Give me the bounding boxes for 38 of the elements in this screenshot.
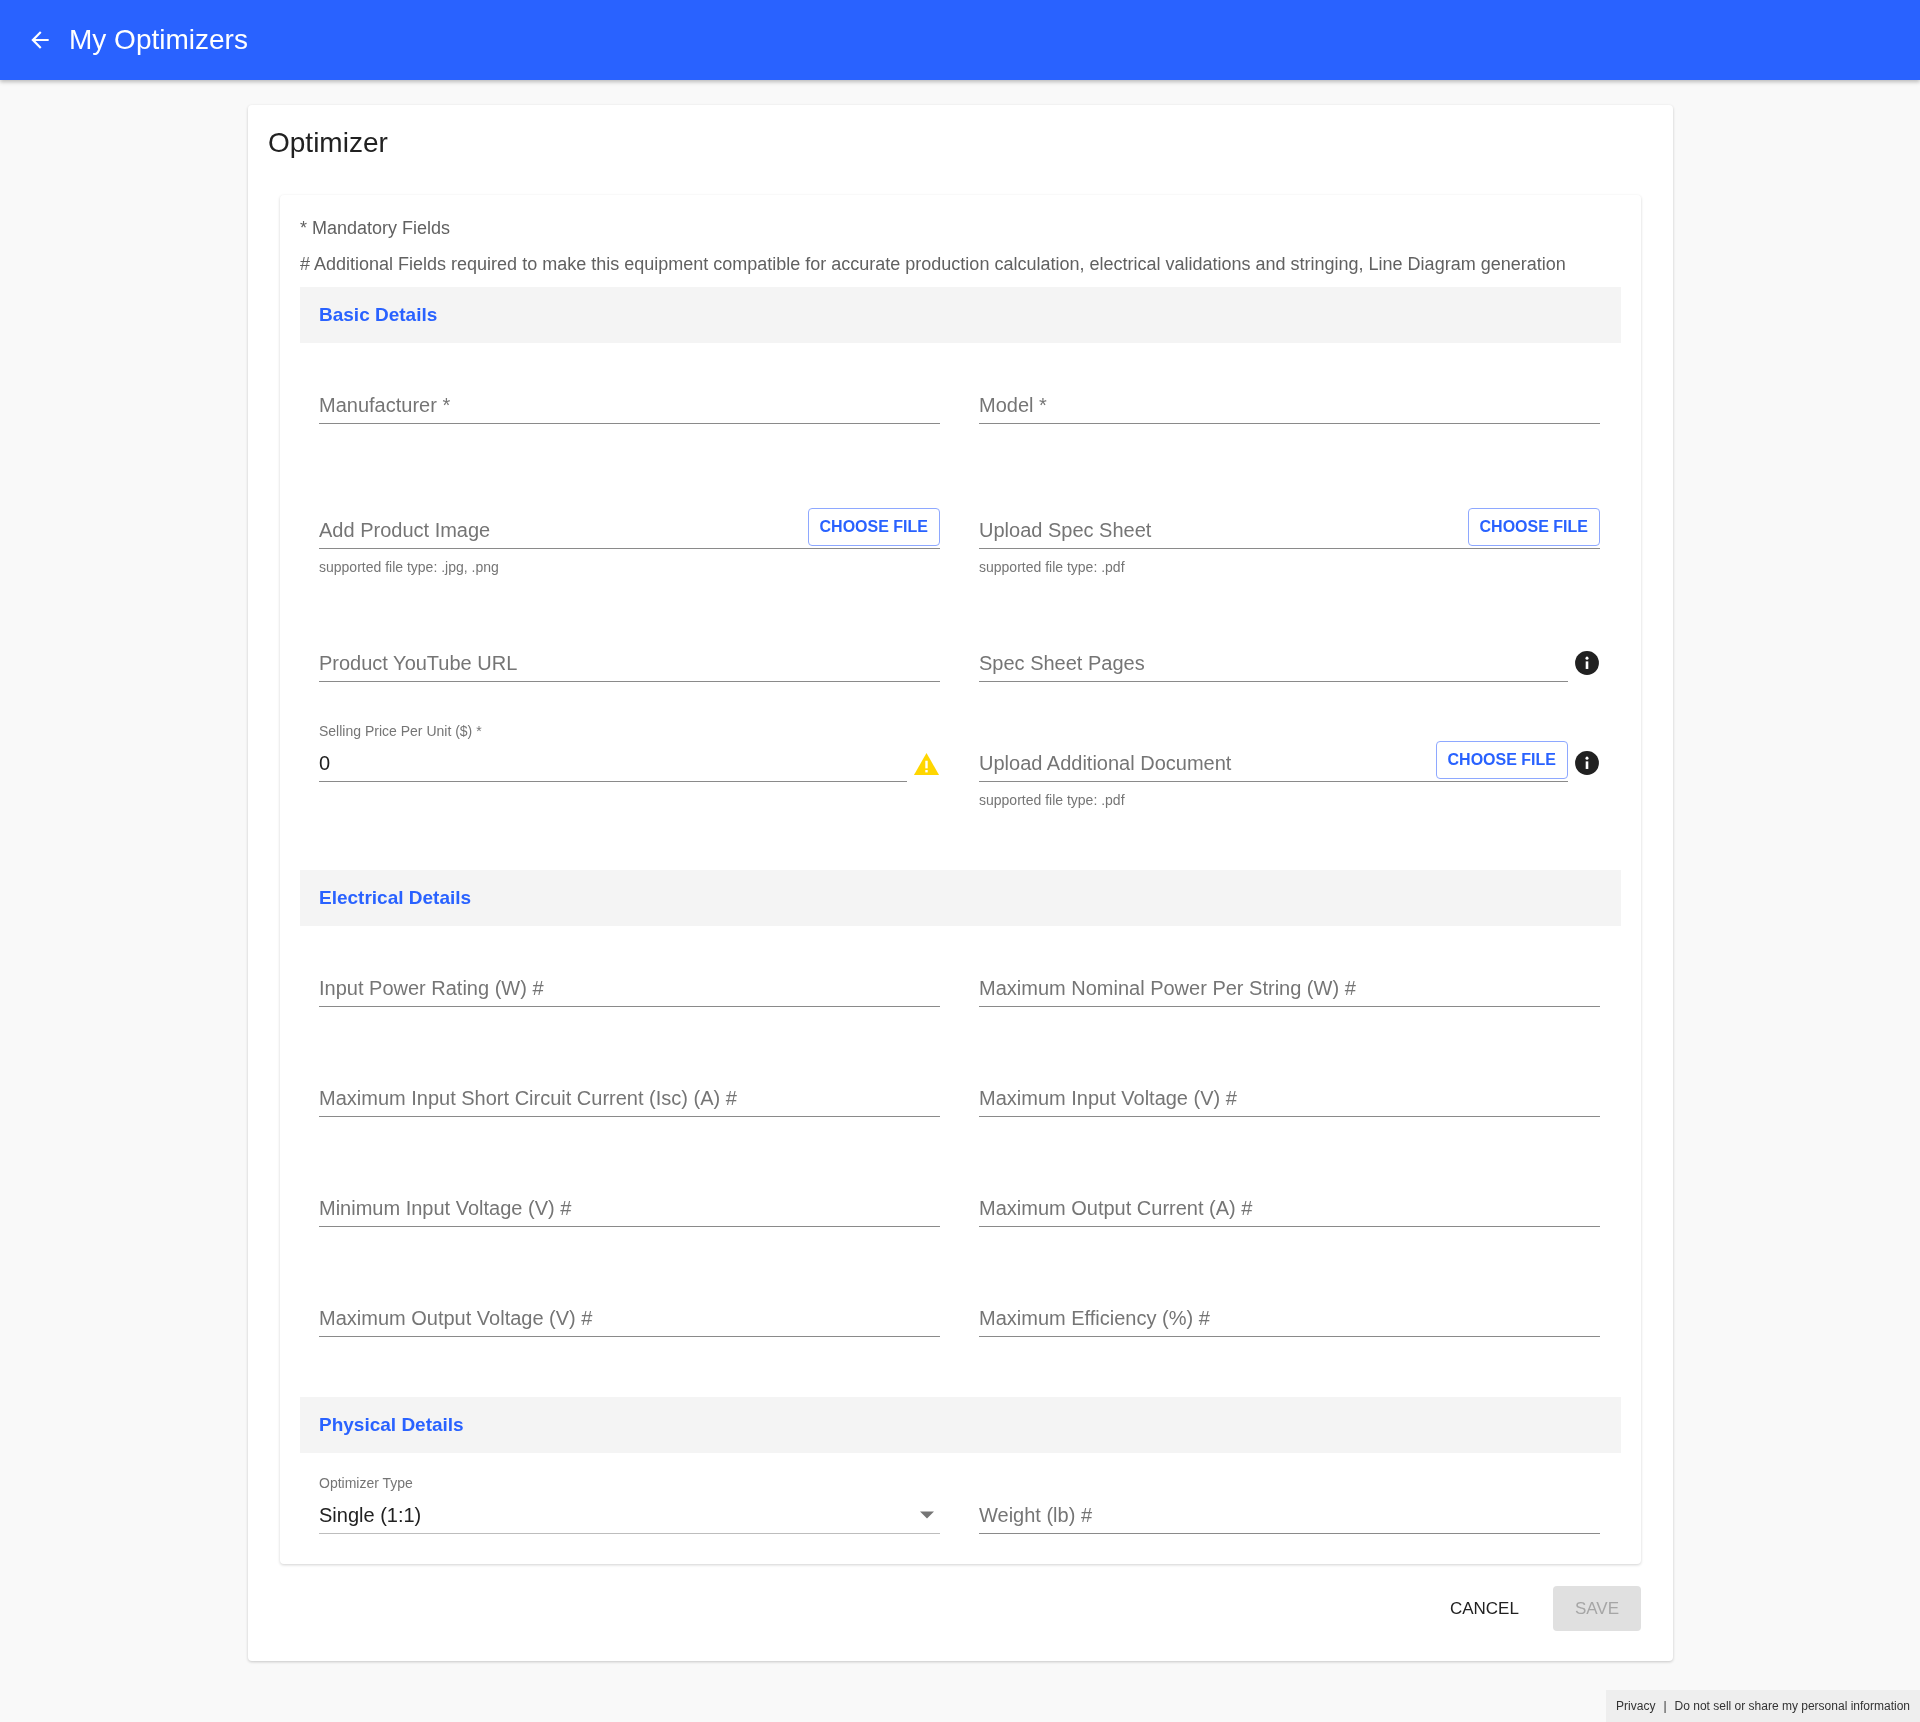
input-field[interactable]: Maximum Output Voltage (V) # xyxy=(319,1303,940,1333)
cancel-button[interactable]: CANCEL xyxy=(1427,1586,1541,1631)
file-field[interactable]: Add Product Image xyxy=(319,515,808,545)
input-field[interactable]: Maximum Input Short Circuit Current (Isc) (A) # xyxy=(319,1083,940,1113)
separator-text: | xyxy=(1663,1699,1667,1713)
input-field[interactable]: Input Power Rating (W) # xyxy=(319,973,940,1003)
card-title: Optimizer xyxy=(267,126,389,160)
footer-link[interactable]: Do not sell or share my personal information xyxy=(1674,1699,1910,1713)
section-title: Basic Details xyxy=(319,304,438,326)
caret-icon xyxy=(920,1511,934,1519)
note-text: * Mandatory Fields xyxy=(300,217,452,239)
input-field[interactable]: Model * xyxy=(979,390,1600,420)
input-field[interactable]: Product YouTube URL xyxy=(319,648,940,678)
note-text: # Additional Fields required to make this equipment compatible for accurate production calculation, electrical validations and stringing, Line Diagram generation xyxy=(300,253,1567,275)
choose-file-button[interactable]: CHOOSE FILE xyxy=(1435,741,1568,779)
input-field[interactable]: Spec Sheet Pages xyxy=(979,648,1568,678)
input-field[interactable]: Maximum Efficiency (%) # xyxy=(979,1303,1600,1333)
input-field[interactable]: 0 xyxy=(319,748,907,778)
helper-text: supported file type: .pdf xyxy=(979,792,1126,808)
input-field[interactable]: Maximum Output Current (A) # xyxy=(979,1193,1600,1223)
input-field[interactable]: Maximum Input Voltage (V) # xyxy=(979,1083,1600,1113)
footer-link[interactable]: Privacy xyxy=(1616,1699,1656,1713)
input-field[interactable]: Maximum Nominal Power Per String (W) # xyxy=(979,973,1600,1003)
field-label: Selling Price Per Unit ($) * xyxy=(319,723,483,739)
section-title: Physical Details xyxy=(319,1414,464,1436)
helper-text: supported file type: .pdf xyxy=(979,559,1126,575)
dropdown[interactable]: Single (1:1) xyxy=(319,1497,940,1534)
choose-file-button[interactable]: CHOOSE FILE xyxy=(1467,508,1600,546)
file-field[interactable]: Upload Spec Sheet xyxy=(979,515,1468,545)
section-title: Electrical Details xyxy=(319,887,472,909)
file-field[interactable]: Upload Additional Document xyxy=(979,748,1436,778)
page-title: My Optimizers xyxy=(69,24,248,56)
helper-text: supported file type: .jpg, .png xyxy=(319,559,500,575)
choose-file-button[interactable]: CHOOSE FILE xyxy=(807,508,940,546)
input-field[interactable]: Minimum Input Voltage (V) # xyxy=(319,1193,940,1223)
input-field[interactable]: Manufacturer * xyxy=(319,390,940,420)
field-label: Optimizer Type xyxy=(319,1475,414,1491)
input-field[interactable]: Weight (lb) # xyxy=(979,1500,1600,1530)
